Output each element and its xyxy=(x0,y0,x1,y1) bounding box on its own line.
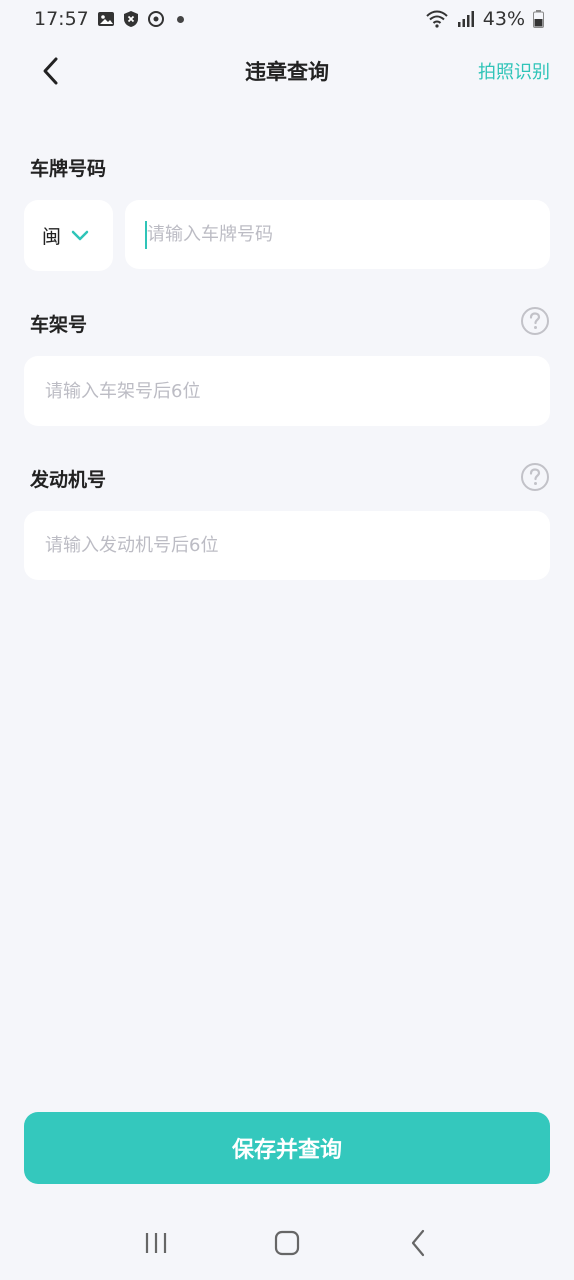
plate-input[interactable] xyxy=(147,224,550,245)
save-and-query-button[interactable]: 保存并查询 xyxy=(24,1112,550,1184)
nav-bar: 违章查询 拍照识别 xyxy=(0,38,574,104)
chevron-down-icon xyxy=(71,230,89,240)
engine-input-container[interactable] xyxy=(24,511,550,580)
wifi-icon xyxy=(425,10,449,28)
shield-x-icon xyxy=(123,10,139,28)
signal-icon xyxy=(457,10,475,28)
chevron-left-icon xyxy=(43,57,58,85)
home-icon xyxy=(274,1230,300,1256)
province-value: 闽 xyxy=(42,226,62,248)
battery-icon xyxy=(533,10,544,28)
engine-help-icon[interactable] xyxy=(520,462,550,492)
back-button[interactable] xyxy=(34,54,68,88)
vin-input[interactable] xyxy=(45,380,550,402)
recent-apps-icon xyxy=(145,1233,166,1253)
vin-label: 车架号 xyxy=(30,314,88,336)
recent-apps-button[interactable] xyxy=(136,1223,176,1263)
photo-recognition-link[interactable]: 拍照识别 xyxy=(478,58,550,84)
status-right: 43% xyxy=(425,8,544,30)
back-icon xyxy=(412,1229,425,1257)
status-time: 17:57 xyxy=(34,8,89,30)
system-back-button[interactable] xyxy=(398,1223,438,1263)
sync-icon xyxy=(147,10,165,28)
vin-help-icon[interactable] xyxy=(520,306,550,336)
image-icon xyxy=(97,10,115,28)
engine-label: 发动机号 xyxy=(30,469,107,491)
status-bar: 17:57 43% xyxy=(0,0,574,38)
system-nav-bar xyxy=(0,1206,574,1280)
dot-icon xyxy=(176,15,184,23)
vin-input-container[interactable] xyxy=(24,356,550,426)
page-title: 违章查询 xyxy=(245,60,329,84)
plate-label: 车牌号码 xyxy=(30,158,107,180)
battery-percent: 43% xyxy=(482,8,525,30)
status-left: 17:57 xyxy=(34,8,184,30)
province-select[interactable]: 闽 xyxy=(24,200,113,271)
engine-input[interactable] xyxy=(45,535,550,556)
plate-input-container[interactable] xyxy=(125,200,550,269)
home-button[interactable] xyxy=(267,1223,307,1263)
